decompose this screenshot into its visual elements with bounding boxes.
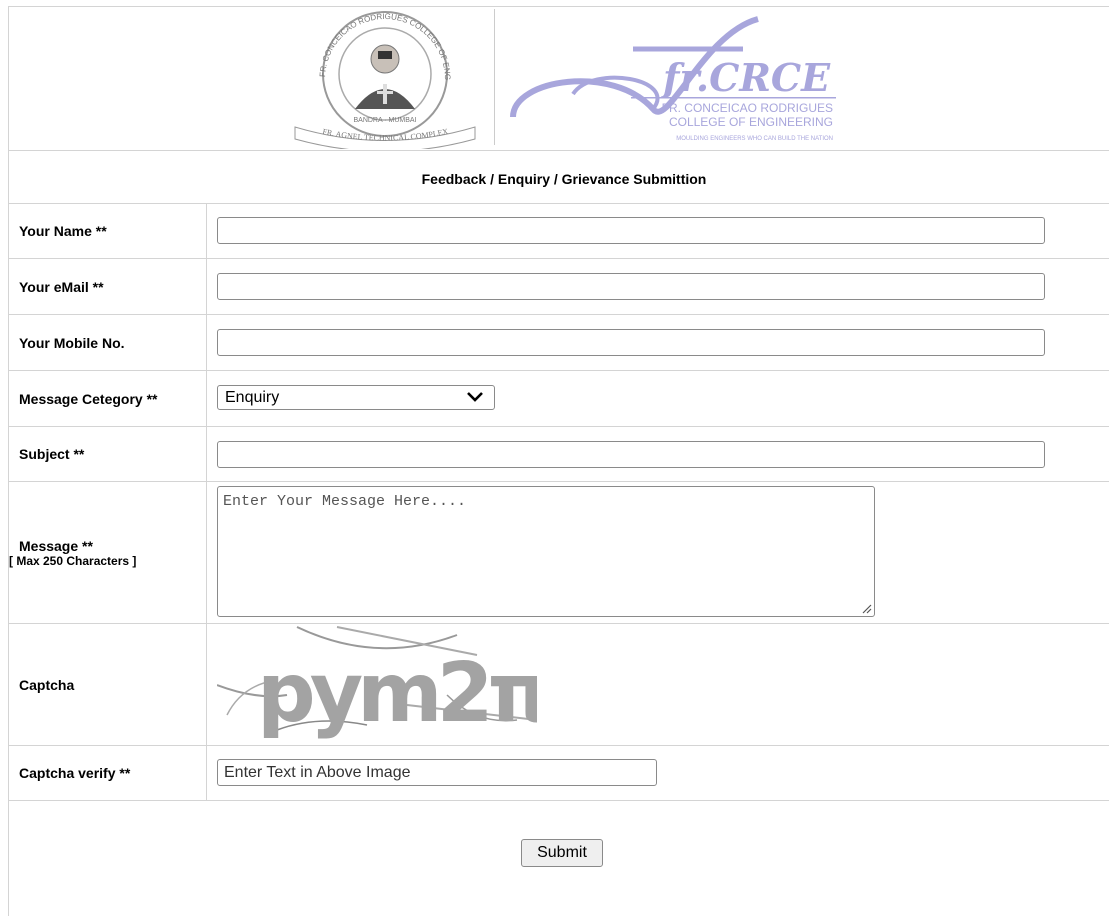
message-label: Message **	[19, 537, 93, 554]
form-title: Feedback / Enquiry / Grievance Submittio…	[9, 150, 1109, 204]
submit-button[interactable]: Submit	[521, 839, 603, 867]
message-placeholder: Enter Your Message Here....	[223, 493, 467, 510]
logo-divider	[494, 9, 495, 145]
svg-text:MOULDING ENGINEERS WHO CAN BUI: MOULDING ENGINEERS WHO CAN BUILD THE NAT…	[676, 136, 833, 142]
svg-text:BANDRA · MUMBAI: BANDRA · MUMBAI	[353, 117, 416, 124]
row-mobile: Your Mobile No.	[9, 315, 1109, 371]
captcha-image: pym2π	[217, 625, 537, 743]
feedback-form-table: FR. CONCEICAO RODRIGUES COLLEGE OF ENGIN…	[8, 6, 1109, 916]
subject-input[interactable]	[217, 441, 1045, 468]
captcha-verify-label: Captcha verify **	[9, 746, 207, 800]
captcha-verify-input[interactable]: Enter Text in Above Image	[217, 759, 657, 786]
row-category: Message Cetegory ** Enquiry	[9, 371, 1109, 427]
category-select[interactable]: Enquiry	[217, 385, 495, 410]
message-textarea[interactable]: Enter Your Message Here....	[217, 486, 875, 617]
email-input[interactable]	[217, 273, 1045, 300]
name-label: Your Name **	[9, 203, 207, 258]
row-name: Your Name **	[9, 203, 1109, 259]
svg-text:FR. CONCEICAO RODRIGUES: FR. CONCEICAO RODRIGUES	[662, 101, 833, 115]
category-label: Message Cetegory **	[9, 371, 207, 426]
mobile-input[interactable]	[217, 329, 1045, 356]
fr-crce-logo: fr.CRCE FR. CONCEICAO RODRIGUES COLLEGE …	[510, 16, 836, 142]
subject-label: Subject **	[9, 427, 207, 481]
captcha-label: Captcha	[9, 624, 207, 745]
mobile-label: Your Mobile No.	[9, 315, 207, 370]
row-email: Your eMail **	[9, 259, 1109, 315]
row-subject: Subject **	[9, 427, 1109, 482]
row-captcha: Captcha pym2π	[9, 624, 1109, 746]
message-max-hint: [ Max 250 Characters ]	[9, 553, 137, 568]
svg-text:pym2π: pym2π	[257, 646, 537, 741]
email-label: Your eMail **	[9, 259, 207, 314]
message-label-cell: Message ** [ Max 250 Characters ]	[9, 482, 207, 623]
logo-header: FR. CONCEICAO RODRIGUES COLLEGE OF ENGIN…	[9, 7, 1109, 151]
row-captcha-verify: Captcha verify ** Enter Text in Above Im…	[9, 746, 1109, 801]
chevron-down-icon	[467, 392, 483, 402]
row-message: Message ** [ Max 250 Characters ] Enter …	[9, 482, 1109, 624]
resize-grip-icon[interactable]	[860, 602, 872, 614]
college-seal-logo: FR. CONCEICAO RODRIGUES COLLEGE OF ENGIN…	[285, 9, 476, 149]
svg-text:COLLEGE OF ENGINEERING: COLLEGE OF ENGINEERING	[669, 115, 833, 129]
category-selected-value: Enquiry	[225, 389, 280, 406]
name-input[interactable]	[217, 217, 1045, 244]
svg-text:fr.CRCE: fr.CRCE	[660, 55, 831, 100]
